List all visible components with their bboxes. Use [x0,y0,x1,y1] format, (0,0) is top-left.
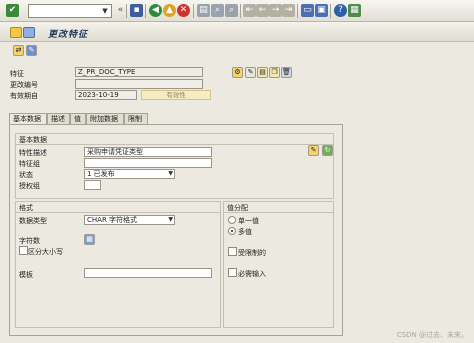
other-characteristic-icon[interactable]: ⇄ [13,45,24,56]
group-divider [224,212,333,213]
template-label: 模板 [19,271,33,279]
status-label: 状态 [19,171,33,179]
exit-icon[interactable]: ▲ [163,4,176,17]
customize-icon[interactable]: ▦ [348,4,361,17]
case-sensitive-checkbox[interactable] [19,246,28,255]
chevron-down-icon[interactable]: ▼ [168,170,173,178]
delete-icon[interactable]: 🗑 [281,67,292,78]
char-group-label: 特征组 [19,160,40,168]
status-dropdown[interactable]: 1 已发布 ▼ [84,169,175,179]
last-page-icon[interactable]: ⇥ [282,4,295,17]
auth-group-field[interactable] [84,180,101,190]
toolbar-divider [145,4,146,18]
change-number-field[interactable] [75,79,203,89]
system-toolbar: ✔ ▼ « ▪ ◀ ▲ ✕ ▤ ⌕ ⌕ ⇤ ← → ⇥ ▭ ▣ ? ▦ [0,0,474,22]
menu-icon[interactable] [10,27,22,38]
first-page-icon[interactable]: ⇤ [243,4,256,17]
prev-page-icon[interactable]: ← [256,4,269,17]
required-input-label: 必需输入 [238,270,266,278]
char-count-label: 字符数 [19,237,40,245]
application-toolbar: ⇄ ✎ [0,42,474,60]
toolbar-divider [330,4,331,18]
description-label: 特性描述 [19,149,47,157]
back-icon[interactable]: ◀ [149,4,162,17]
data-type-value: CHAR 字符格式 [87,216,138,224]
edit-icon[interactable]: ✎ [245,67,256,78]
char-group-field[interactable] [84,158,212,168]
page-title: 更改特征 [48,30,89,40]
menu-expand-icon[interactable] [23,27,35,38]
validity-button[interactable]: 有效性 [141,90,211,100]
print-icon[interactable]: ▤ [197,4,210,17]
class-icon[interactable]: ⚙ [232,67,243,78]
tab-panel-basic-data: 基本数据 特性描述 采购申请凭证类型 特征组 状态 1 已发布 ▼ 授权组 ✎ … [9,124,343,336]
format-group: 格式 数据类型 CHAR 字符格式 ▼ 字符数 ▦ 区分大小写 模板 [15,201,221,328]
restricted-checkbox[interactable] [228,247,237,256]
multiple-value-radio[interactable] [228,227,236,235]
watermark: CSDN @过去、未来。 [396,331,468,339]
next-page-icon[interactable]: → [269,4,282,17]
cancel-icon[interactable]: ✕ [177,4,190,17]
checkmark-icon[interactable]: ✔ [6,4,19,17]
restricted-label: 受限制的 [238,249,266,257]
single-value-radio[interactable] [228,216,236,224]
format-detail-icon[interactable]: ▦ [84,234,95,245]
shortcut-icon[interactable]: ▣ [315,4,328,17]
document-icon[interactable]: ▤ [257,67,268,78]
maintain-icon[interactable]: ✎ [308,145,319,156]
valid-from-label: 有效期自 [10,92,38,100]
refresh-icon[interactable]: ↻ [322,145,333,156]
find-next-icon[interactable]: ⌕ [225,4,238,17]
basic-data-group: 基本数据 特性描述 采购申请凭证类型 特征组 状态 1 已发布 ▼ 授权组 [15,133,334,199]
title-bar: 更改特征 [0,22,474,42]
toolbar-divider [193,4,194,18]
valid-from-field[interactable]: 2023-10-19 [75,90,137,100]
characteristic-label: 特征 [10,70,24,78]
value-assignment-group: 值分配 单一值 多值 受限制的 必需输入 [223,201,334,328]
help-icon[interactable]: ? [334,4,347,17]
find-icon[interactable]: ⌕ [211,4,224,17]
copy-icon[interactable]: ❐ [269,67,280,78]
data-type-dropdown[interactable]: CHAR 字符格式 ▼ [84,215,175,225]
required-input-checkbox[interactable] [228,268,237,277]
change-number-label: 更改编号 [10,81,38,89]
auth-group-label: 授权组 [19,182,40,190]
multiple-value-label: 多值 [238,228,252,236]
new-session-icon[interactable]: ▭ [301,4,314,17]
case-sensitive-label: 区分大小写 [28,248,63,256]
status-value: 1 已发布 [87,170,115,178]
command-field[interactable]: ▼ [28,4,112,18]
group-divider [16,212,220,213]
group-divider [16,144,333,145]
chevron-down-icon[interactable]: ▼ [168,216,173,224]
toolbar-divider [297,4,298,18]
data-type-label: 数据类型 [19,217,47,225]
toolbar-divider [126,4,127,18]
characteristic-field[interactable]: Z_PR_DOC_TYPE [75,67,203,77]
toolbar-divider [240,4,241,18]
display-change-icon[interactable]: ✎ [26,45,37,56]
command-field-dropdown-icon[interactable]: ▼ [100,6,110,16]
single-value-label: 单一值 [238,217,259,225]
description-field[interactable]: 采购申请凭证类型 [84,147,212,157]
save-icon[interactable]: ▪ [130,4,143,17]
template-field[interactable] [84,268,212,278]
